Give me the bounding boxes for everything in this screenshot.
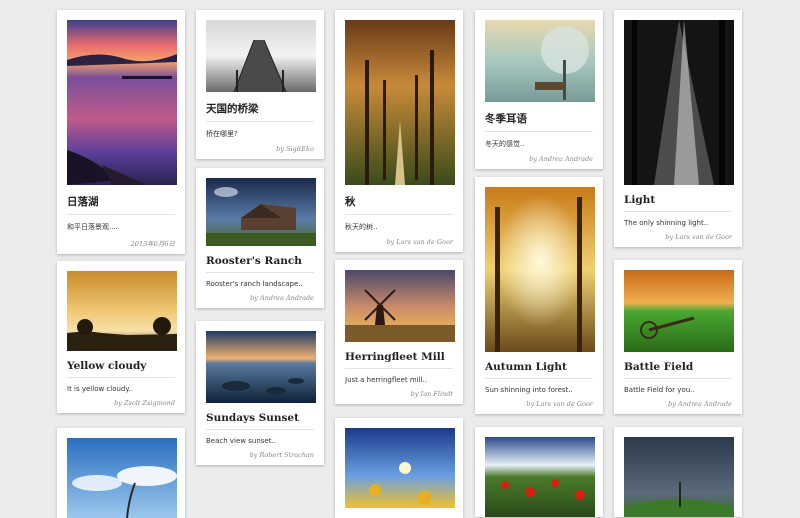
- card-description: Battle Field for you..: [624, 386, 695, 394]
- card-title: Herringfleet Mill: [345, 351, 453, 369]
- card-sunflowers[interactable]: [335, 418, 463, 518]
- card-light[interactable]: Light The only shinning light.. by Lars …: [614, 10, 742, 247]
- card-description: Rooster's ranch landscape..: [206, 280, 303, 288]
- card-herringfleet-mill[interactable]: Herringfleet Mill Just a herringfleet mi…: [335, 260, 463, 404]
- card-title: 天国的桥梁: [206, 101, 314, 122]
- card-title: Autumn Light: [485, 361, 593, 379]
- card-author: by Andrea Andrade: [529, 155, 593, 163]
- card-author: 2013年6月6日: [130, 240, 175, 248]
- card-title: Light: [624, 194, 732, 212]
- card-sunset-lake[interactable]: 日落湖 和平日落景观.... 2013年6月6日: [57, 10, 185, 254]
- card-autumn[interactable]: 秋 秋天的树.. by Lars van de Goor: [335, 10, 463, 252]
- card-author: by SigitEko: [276, 145, 314, 153]
- photo-stormy-field[interactable]: [624, 437, 734, 517]
- card-stormy-field[interactable]: [614, 427, 742, 517]
- card-author: by Andrea Andrade: [668, 400, 732, 408]
- card-description: Beach view sunset..: [206, 437, 276, 445]
- photo-light[interactable]: [624, 20, 734, 185]
- card-author: by Lars van de Goor: [386, 238, 453, 246]
- card-winter-whisper[interactable]: 冬季耳语 冬天的感觉.. by Andrea Andrade: [475, 10, 603, 169]
- photo-sunset-lake[interactable]: [67, 20, 177, 185]
- photo-herringfleet-mill[interactable]: [345, 270, 455, 342]
- photo-poppies[interactable]: [485, 437, 595, 517]
- photo-sunflowers[interactable]: [345, 428, 455, 508]
- card-autumn-light[interactable]: Autumn Light Sun shinning into forest.. …: [475, 177, 603, 414]
- card-author: by Andrea Andrade: [250, 294, 314, 302]
- card-title: Yellow cloudy: [67, 360, 175, 378]
- photo-roosters-ranch[interactable]: [206, 178, 316, 246]
- photo-battle-field[interactable]: [624, 270, 734, 352]
- card-description: Sun shinning into forest..: [485, 386, 573, 394]
- card-poppies[interactable]: [475, 427, 603, 517]
- card-blue-sky[interactable]: [57, 428, 185, 518]
- card-sundays-sunset[interactable]: Sundays Sunset Beach view sunset.. by Ro…: [196, 321, 324, 465]
- card-battle-field[interactable]: Battle Field Battle Field for you.. by A…: [614, 260, 742, 414]
- card-title: 冬季耳语: [485, 111, 593, 132]
- photo-yellow-cloudy[interactable]: [67, 271, 177, 351]
- photo-blue-sky[interactable]: [67, 438, 177, 518]
- card-title: Sundays Sunset: [206, 412, 314, 430]
- card-title: 日落湖: [67, 194, 175, 215]
- card-author: by Ian Flindt: [410, 390, 453, 398]
- card-author: by Zsolt Zsigmond: [114, 399, 175, 407]
- photo-autumn[interactable]: [345, 20, 455, 185]
- photo-sundays-sunset[interactable]: [206, 331, 316, 403]
- card-yellow-cloudy[interactable]: Yellow cloudy It is yellow cloudy.. by Z…: [57, 261, 185, 413]
- card-author: by Robert Strachan: [249, 451, 314, 459]
- card-title: Battle Field: [624, 361, 732, 379]
- card-description: It is yellow cloudy..: [67, 385, 133, 393]
- card-roosters-ranch[interactable]: Rooster's Ranch Rooster's ranch landscap…: [196, 168, 324, 308]
- card-description: The only shinning light..: [624, 219, 709, 227]
- card-description: 和平日落景观....: [67, 223, 118, 231]
- photo-winter-whisper[interactable]: [485, 20, 595, 102]
- card-description: Just a herringfleet mill..: [345, 376, 427, 384]
- card-title: Rooster's Ranch: [206, 255, 314, 273]
- card-description: 桥在哪里?: [206, 130, 238, 138]
- card-description: 冬天的感觉..: [485, 140, 525, 148]
- card-author: by Lars van de Goor: [526, 400, 593, 408]
- card-author: by Lars van de Goor: [665, 233, 732, 241]
- card-title: 秋: [345, 194, 453, 215]
- card-description: 秋天的树..: [345, 223, 378, 231]
- card-heaven-bridge[interactable]: 天国的桥梁 桥在哪里? by SigitEko: [196, 10, 324, 159]
- photo-heaven-bridge[interactable]: [206, 20, 316, 92]
- photo-autumn-light[interactable]: [485, 187, 595, 352]
